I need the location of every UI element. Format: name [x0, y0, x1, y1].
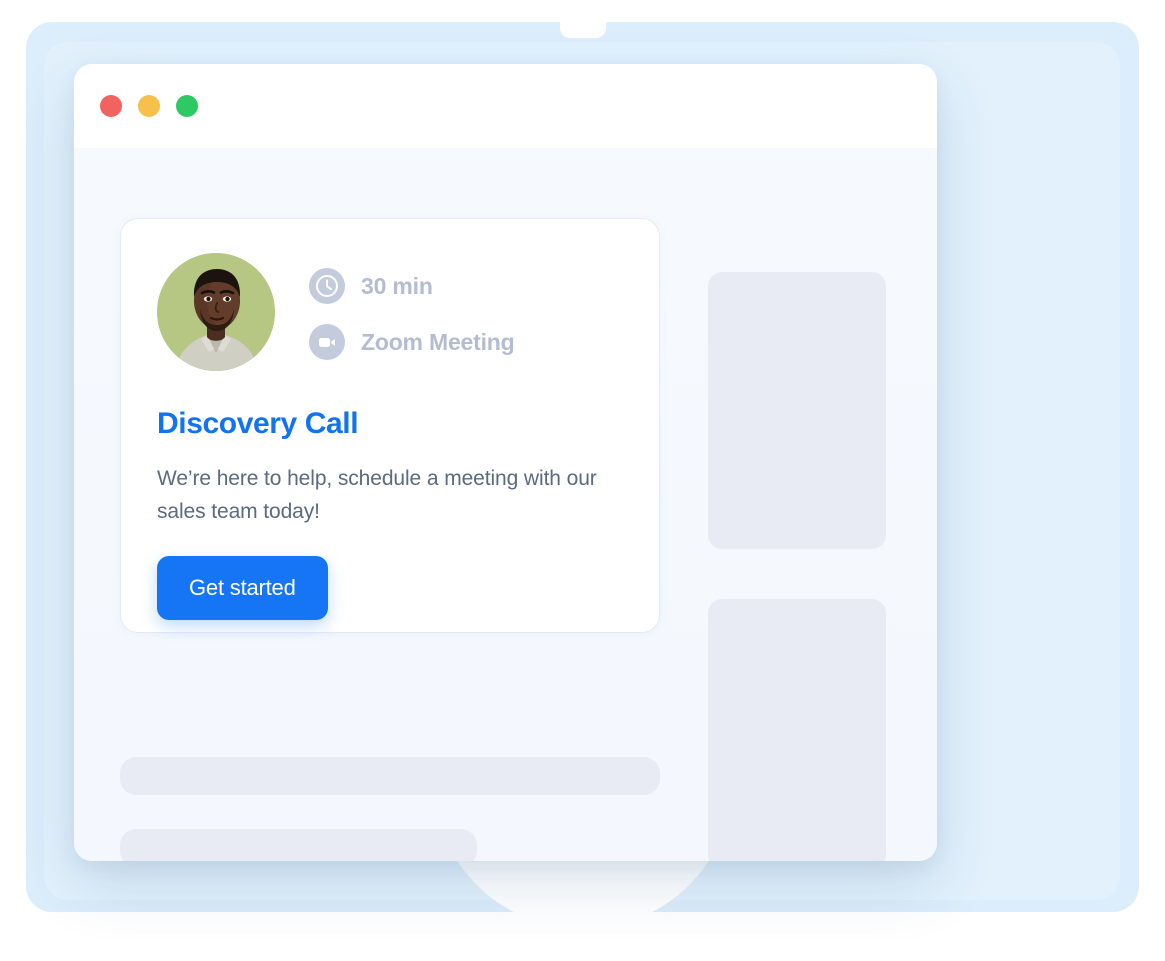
close-window-button[interactable]	[100, 95, 122, 117]
skeleton-block-top	[708, 272, 886, 549]
minimize-window-button[interactable]	[138, 95, 160, 117]
window-body: 30 min Zoom Meeting Discovery Call We’re…	[74, 148, 937, 861]
event-meta-duration: 30 min	[309, 268, 514, 304]
event-card[interactable]: 30 min Zoom Meeting Discovery Call We’re…	[120, 218, 660, 633]
video-camera-icon	[309, 324, 345, 360]
event-location-label: Zoom Meeting	[361, 328, 515, 355]
event-meta-list: 30 min Zoom Meeting	[309, 264, 515, 360]
avatar	[157, 253, 275, 371]
event-duration-label: 30 min	[361, 272, 433, 299]
app-window: 30 min Zoom Meeting Discovery Call We’re…	[74, 64, 937, 861]
window-titlebar	[74, 64, 937, 148]
skeleton-bar-wide	[120, 757, 660, 795]
content-area: 30 min Zoom Meeting Discovery Call We’re…	[74, 148, 937, 861]
event-description: We’re here to help, schedule a meeting w…	[157, 467, 597, 523]
clock-icon	[309, 268, 345, 304]
stage: 30 min Zoom Meeting Discovery Call We’re…	[0, 0, 1165, 961]
event-card-header: 30 min Zoom Meeting	[157, 253, 623, 371]
backdrop-top-notch	[559, 22, 606, 38]
get-started-button[interactable]: Get started	[157, 556, 328, 621]
maximize-window-button[interactable]	[176, 95, 198, 117]
event-meta-location: Zoom Meeting	[309, 324, 515, 360]
event-title: Discovery Call	[157, 407, 359, 440]
skeleton-bar-short	[120, 829, 477, 861]
traffic-light-group	[100, 95, 198, 117]
skeleton-block-bottom	[708, 599, 886, 861]
backdrop-bottom-notch	[433, 861, 733, 939]
